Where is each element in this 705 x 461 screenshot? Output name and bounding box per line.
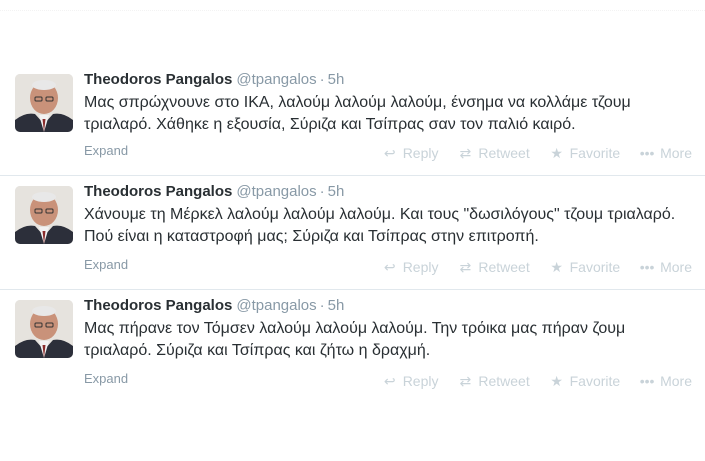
retweet-icon: ⇄ xyxy=(459,259,472,275)
more-button[interactable]: ••• More xyxy=(638,145,692,161)
more-label: More xyxy=(660,259,692,275)
star-icon: ★ xyxy=(550,259,563,275)
more-label: More xyxy=(660,145,692,161)
tweet-item[interactable]: Theodoros Pangalos @tpangalos · 5h Χάνουμε … xyxy=(0,175,705,287)
tweet-timeline: Theodoros Pangalos @tpangalos · 5h Μας σπρώ… xyxy=(0,0,705,461)
more-button[interactable]: ••• More xyxy=(638,259,692,275)
avatar[interactable] xyxy=(15,300,73,358)
reply-label: Reply xyxy=(402,259,439,275)
tweet-header: Theodoros Pangalos @tpangalos · 5h xyxy=(84,70,694,90)
favorite-label: Favorite xyxy=(569,145,621,161)
tweet-timestamp[interactable]: 5h xyxy=(328,297,345,314)
tweet-item[interactable]: Theodoros Pangalos @tpangalos · 5h Μας πήρα… xyxy=(0,289,705,401)
reply-label: Reply xyxy=(402,145,439,161)
star-icon: ★ xyxy=(550,373,563,389)
ellipsis-icon: ••• xyxy=(639,145,655,161)
separator-dot: · xyxy=(319,183,325,200)
retweet-label: Retweet xyxy=(478,373,530,389)
avatar-image xyxy=(15,300,73,358)
favorite-label: Favorite xyxy=(569,259,621,275)
retweet-button[interactable]: ⇄ Retweet xyxy=(456,259,530,276)
expand-link[interactable]: Expand xyxy=(84,371,128,386)
retweet-button[interactable]: ⇄ Retweet xyxy=(456,373,530,390)
top-divider xyxy=(0,0,705,11)
tweet-timestamp[interactable]: 5h xyxy=(328,183,345,200)
tweet-item[interactable]: Theodoros Pangalos @tpangalos · 5h Μας σπρώ… xyxy=(0,64,705,176)
avatar[interactable] xyxy=(15,186,73,244)
tweet-footer: Expand ↩ Reply ⇄ Retweet ★ Favorite ••• More xyxy=(84,143,696,161)
reply-arrow-icon: ↩ xyxy=(383,373,396,389)
reply-button[interactable]: ↩ Reply xyxy=(381,373,439,390)
expand-link[interactable]: Expand xyxy=(84,257,128,272)
more-label: More xyxy=(660,373,692,389)
expand-link[interactable]: Expand xyxy=(84,143,128,158)
reply-arrow-icon: ↩ xyxy=(383,259,396,275)
reply-button[interactable]: ↩ Reply xyxy=(381,145,439,162)
separator-dot: · xyxy=(319,71,325,88)
tweet-timestamp[interactable]: 5h xyxy=(328,71,345,88)
author-username[interactable]: @tpangalos xyxy=(236,297,316,314)
ellipsis-icon: ••• xyxy=(639,259,655,275)
tweet-text: Χάνουμε τη Μέρκελ λαλούμ λαλούμ λαλούμ. … xyxy=(84,206,676,245)
retweet-label: Retweet xyxy=(478,145,530,161)
retweet-label: Retweet xyxy=(478,259,530,275)
tweet-actions: ↩ Reply ⇄ Retweet ★ Favorite ••• More xyxy=(367,373,692,390)
reply-label: Reply xyxy=(402,373,439,389)
tweet-text: Μας σπρώχνουνε στο ΙΚΑ, λαλούμ λαλούμ λα… xyxy=(84,94,631,133)
tweet-actions: ↩ Reply ⇄ Retweet ★ Favorite ••• More xyxy=(367,145,692,162)
tweet-header: Theodoros Pangalos @tpangalos · 5h xyxy=(84,296,694,316)
separator-dot: · xyxy=(319,297,325,314)
favorite-button[interactable]: ★ Favorite xyxy=(548,259,621,276)
retweet-icon: ⇄ xyxy=(459,145,472,161)
favorite-button[interactable]: ★ Favorite xyxy=(548,145,621,162)
reply-arrow-icon: ↩ xyxy=(383,145,396,161)
tweet-content: Theodoros Pangalos @tpangalos · 5h Μας πήρα… xyxy=(84,296,694,362)
favorite-button[interactable]: ★ Favorite xyxy=(548,373,621,390)
author-fullname[interactable]: Theodoros Pangalos xyxy=(84,71,232,88)
favorite-label: Favorite xyxy=(569,373,621,389)
tweet-header: Theodoros Pangalos @tpangalos · 5h xyxy=(84,182,694,202)
reply-button[interactable]: ↩ Reply xyxy=(381,259,439,276)
retweet-button[interactable]: ⇄ Retweet xyxy=(456,145,530,162)
tweet-actions: ↩ Reply ⇄ Retweet ★ Favorite ••• More xyxy=(367,259,692,276)
author-username[interactable]: @tpangalos xyxy=(236,71,316,88)
author-fullname[interactable]: Theodoros Pangalos xyxy=(84,183,232,200)
avatar[interactable] xyxy=(15,74,73,132)
tweet-footer: Expand ↩ Reply ⇄ Retweet ★ Favorite ••• More xyxy=(84,371,696,389)
author-username[interactable]: @tpangalos xyxy=(236,183,316,200)
tweet-text: Μας πήρανε τον Τόμσεν λαλούμ λαλούμ λαλο… xyxy=(84,320,626,359)
ellipsis-icon: ••• xyxy=(639,373,655,389)
avatar-image xyxy=(15,186,73,244)
tweet-footer: Expand ↩ Reply ⇄ Retweet ★ Favorite ••• More xyxy=(84,257,696,275)
star-icon: ★ xyxy=(550,145,563,161)
author-fullname[interactable]: Theodoros Pangalos xyxy=(84,297,232,314)
retweet-icon: ⇄ xyxy=(459,373,472,389)
avatar-image xyxy=(15,74,73,132)
tweet-content: Theodoros Pangalos @tpangalos · 5h Μας σπρώ… xyxy=(84,70,694,136)
more-button[interactable]: ••• More xyxy=(638,373,692,389)
tweet-content: Theodoros Pangalos @tpangalos · 5h Χάνουμε … xyxy=(84,182,694,248)
